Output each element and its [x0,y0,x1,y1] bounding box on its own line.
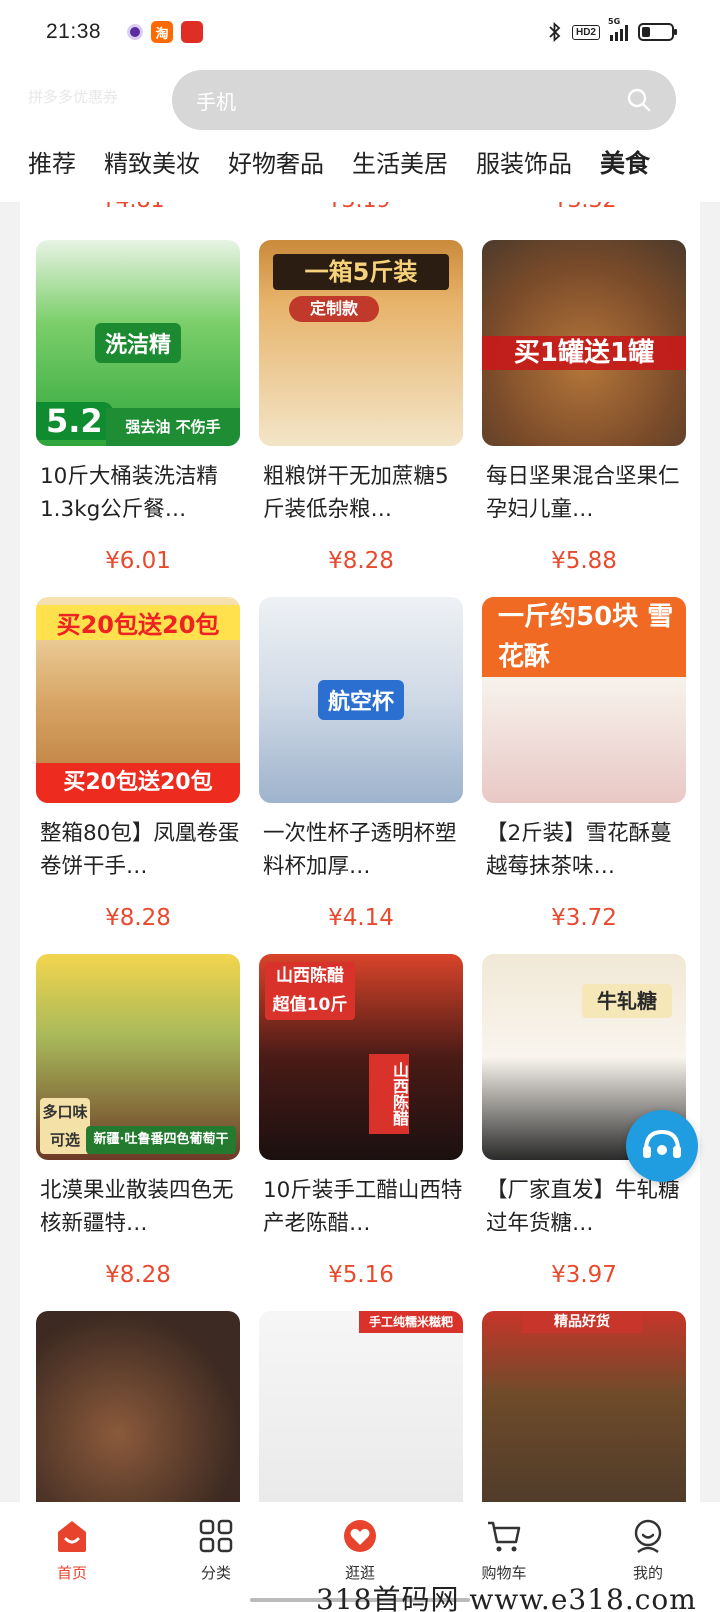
product-card[interactable]: 航空杯 一次性杯子透明杯塑料杯加厚… ¥4.14 [259,597,463,954]
customer-service-button[interactable] [626,1110,698,1182]
product-badge: 山西陈醋 超值10斤 [265,962,355,1020]
product-card[interactable]: 一斤约50块 雪花酥 【2斤装】雪花酥蔓越莓抹茶味… ¥3.72 [482,597,686,954]
grid-icon [199,1519,233,1553]
headset-icon [643,1129,681,1158]
product-card[interactable]: 手工纯糯米糍粑 [259,1311,463,1502]
product-image[interactable]: 买1罐送1罐 [482,240,686,446]
product-price: ¥3.97 [551,1262,617,1288]
nav-category[interactable]: 分类 [144,1502,288,1612]
product-price: ¥5.88 [551,548,617,574]
nav-home[interactable]: 首页 [0,1502,144,1612]
tab-clothing[interactable]: 服装饰品 [476,144,572,180]
product-price: ¥3.19 [246,202,472,213]
product-price: ¥8.28 [105,1262,171,1288]
taobao-icon: 淘 [151,21,174,43]
hd-icon: HD2 [571,24,600,40]
nav-label: 首页 [56,1564,87,1582]
tab-food[interactable]: 美食 [600,144,650,180]
product-image[interactable] [36,1311,240,1502]
product-badge: 多口味 可选 [40,1098,90,1154]
product-title[interactable]: 整箱80包】凤凰卷蛋卷饼干手… [36,817,240,883]
product-image[interactable]: 一斤约50块 雪花酥 [482,597,686,803]
product-badge: 航空杯 [317,680,405,720]
product-badge: 洗洁精 [94,323,182,363]
search-bar[interactable]: 手机 [172,70,676,130]
product-price: ¥4.14 [328,905,394,931]
product-image[interactable]: 精品好货 [482,1311,686,1502]
product-price: ¥6.01 [105,548,171,574]
heart-icon [344,1520,376,1552]
product-card[interactable]: 精品好货 [482,1311,686,1502]
product-card[interactable]: 多口味 可选 新疆·吐鲁番四色葡萄干 北漠果业散装四色无核新疆特… ¥8.28 [36,954,240,1311]
app-notification-icon [127,24,144,40]
tab-beauty[interactable]: 精致美妆 [104,144,200,180]
product-title[interactable]: 10斤大桶装洗洁精1.3kg公斤餐… [36,460,240,526]
product-price: ¥3.32 [472,202,698,213]
product-badge: 一斤约50块 雪花酥 [482,597,686,677]
tab-luxury[interactable]: 好物奢品 [228,144,324,180]
status-bar: 21:38 淘 HD2 5G [0,0,720,64]
product-price: ¥8.28 [105,905,171,931]
product-badge: 5.2 [36,402,113,440]
product-title[interactable]: 粗粮饼干无加蔗糖5斤装低杂粮… [259,460,463,526]
app-logo: 拼多多优惠券 [28,88,119,106]
product-tag: 强去油 不伤手 [106,408,240,446]
battery-icon [638,23,677,41]
bluetooth-icon [549,22,561,42]
product-price: ¥5.16 [328,1262,394,1288]
header: 拼多多优惠券 手机 推荐 精致美妆 好物奢品 生活美居 服装饰品 美食 [0,64,720,202]
product-title[interactable]: 【厂家直发】牛轧糖过年货糖… [482,1174,686,1240]
product-badge: 手工纯糯米糍粑 [359,1311,463,1333]
notification-icons: 淘 [127,21,204,43]
product-badge: 精品好货 [522,1311,642,1333]
partial-prices-row: ¥4.81 ¥3.19 ¥3.32 [20,202,700,213]
product-tag: 买20包送20包 [36,763,240,803]
watermark: 318首码网 www.e318.com [316,1583,697,1612]
product-feed[interactable]: ¥4.81 ¥3.19 ¥3.32 洗洁精 5.2 强去油 不伤手 10斤大桶装… [20,202,700,1502]
product-price: ¥4.81 [20,202,246,213]
nav-label: 分类 [200,1564,231,1582]
product-tag: 山西陈醋 [369,1054,409,1134]
product-card[interactable]: 买1罐送1罐 每日坚果混合坚果仁孕妇儿童… ¥5.88 [482,240,686,597]
product-image[interactable]: 一箱5斤装 定制款 [259,240,463,446]
product-price: ¥3.72 [551,905,617,931]
product-card[interactable]: 一箱5斤装 定制款 粗粮饼干无加蔗糖5斤装低杂粮… ¥8.28 [259,240,463,597]
product-image[interactable]: 航空杯 [259,597,463,803]
product-image[interactable]: 手工纯糯米糍粑 [259,1311,463,1502]
product-image[interactable]: 多口味 可选 新疆·吐鲁番四色葡萄干 [36,954,240,1160]
product-badge: 一箱5斤装 [273,254,449,290]
product-tag: 定制款 [289,296,379,322]
tab-recommend[interactable]: 推荐 [28,144,76,180]
category-tabs: 推荐 精致美妆 好物奢品 生活美居 服装饰品 美食 [28,144,650,180]
product-card[interactable]: 买20包送20包 买20包送20包 整箱80包】凤凰卷蛋卷饼干手… ¥8.28 [36,597,240,954]
product-image[interactable]: 洗洁精 5.2 强去油 不伤手 [36,240,240,446]
home-icon [58,1521,86,1552]
profile-icon [634,1519,662,1554]
product-image[interactable]: 山西陈醋 超值10斤 山西陈醋 [259,954,463,1160]
cart-icon [488,1521,521,1552]
product-badge: 买1罐送1罐 [482,336,686,370]
product-card[interactable] [36,1311,240,1502]
product-price: ¥8.28 [328,548,394,574]
product-card[interactable]: 洗洁精 5.2 强去油 不伤手 10斤大桶装洗洁精1.3kg公斤餐… ¥6.01 [36,240,240,597]
product-title[interactable]: 【2斤装】雪花酥蔓越莓抹茶味… [482,817,686,883]
product-badge: 牛轧糖 [582,984,672,1018]
search-input[interactable]: 手机 [196,86,236,115]
search-icon[interactable] [626,87,652,113]
pinduoduo-icon [181,21,204,43]
product-badge: 买20包送20包 [36,605,240,640]
product-title[interactable]: 北漠果业散装四色无核新疆特… [36,1174,240,1240]
product-title[interactable]: 每日坚果混合坚果仁孕妇儿童… [482,460,686,526]
signal-icon: 5G [608,17,628,41]
status-time: 21:38 [46,20,102,43]
product-card[interactable]: 山西陈醋 超值10斤 山西陈醋 10斤装手工醋山西特产老陈醋… ¥5.16 [259,954,463,1311]
product-title[interactable]: 10斤装手工醋山西特产老陈醋… [259,1174,463,1240]
product-title[interactable]: 一次性杯子透明杯塑料杯加厚… [259,817,463,883]
tab-home-living[interactable]: 生活美居 [352,144,448,180]
product-tag: 新疆·吐鲁番四色葡萄干 [86,1126,236,1154]
product-image[interactable]: 买20包送20包 买20包送20包 [36,597,240,803]
